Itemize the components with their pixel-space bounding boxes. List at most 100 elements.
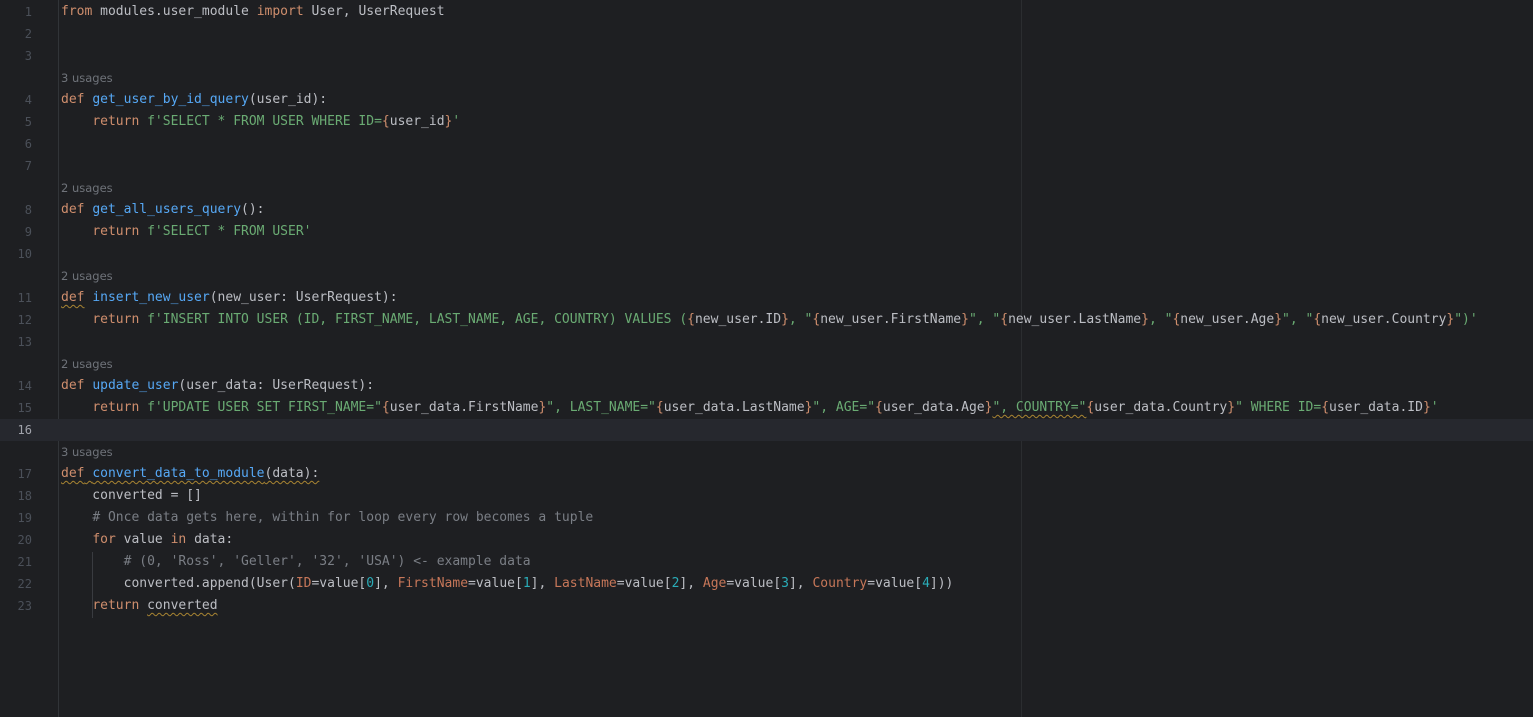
code-line[interactable]: 23 return converted [0, 595, 1533, 617]
inlay-usages-hint[interactable]: 3 usages [0, 67, 1533, 89]
code-line[interactable]: 10 [0, 243, 1533, 265]
code-line[interactable]: 7 [0, 155, 1533, 177]
code-text: return f'SELECT * FROM USER' [61, 221, 311, 243]
code-token: ID [295, 576, 312, 591]
code-line[interactable]: 4 def get_user_by_id_query(user_id): [0, 89, 1533, 111]
code-text: return f'SELECT * FROM USER WHERE ID={us… [61, 111, 460, 133]
code-token: # Once data gets here, within for loop e… [92, 510, 594, 525]
code-token: return [92, 400, 140, 415]
code-line[interactable]: 12 return f'INSERT INTO USER (ID, FIRST_… [0, 309, 1533, 331]
usages-hint-label[interactable]: 2 usages [61, 353, 113, 375]
code-token: =value[ [867, 576, 923, 591]
usages-hint-label[interactable]: 3 usages [61, 441, 113, 463]
code-text: # (0, 'Ross', 'Geller', '32', 'USA') <- … [61, 551, 531, 573]
line-number: 18 [17, 489, 32, 503]
code-token: 3 [781, 576, 789, 591]
code-token: (data): [264, 466, 320, 481]
inlay-usages-hint[interactable]: 2 usages [0, 177, 1533, 199]
code-token: return [92, 224, 140, 239]
inlay-usages-hint[interactable]: 2 usages [0, 353, 1533, 375]
code-line[interactable]: 2 [0, 23, 1533, 45]
code-text: def get_all_users_query(): [61, 199, 265, 221]
line-number: 3 [24, 49, 32, 63]
code-token: , " [1148, 312, 1173, 327]
code-line[interactable]: 18 converted = [] [0, 485, 1533, 507]
code-token: f'SELECT * FROM USER' [147, 224, 312, 239]
inlay-usages-hint[interactable]: 3 usages [0, 441, 1533, 463]
code-line[interactable]: 11 def insert_new_user(new_user: UserRequ… [0, 287, 1533, 309]
line-number: 15 [17, 401, 32, 415]
line-number: 2 [24, 27, 32, 41]
code-token: from [61, 4, 93, 19]
code-token: f'SELECT * FROM USER WHERE ID= [147, 114, 382, 129]
code-token: Age [702, 576, 727, 591]
code-area[interactable]: 1 from modules.user_module import User, U… [0, 1, 1533, 618]
usages-hint-label[interactable]: 3 usages [61, 67, 113, 89]
code-line[interactable]: 21 # (0, 'Ross', 'Geller', '32', 'USA') … [0, 551, 1533, 573]
code-line[interactable]: 19 # Once data gets here, within for loo… [0, 507, 1533, 529]
code-token: insert_new_user [92, 290, 210, 305]
code-token: for [92, 532, 116, 547]
code-token: f'UPDATE USER SET FIRST_NAME=" [147, 400, 382, 415]
code-token: def [61, 466, 85, 481]
code-token: =value[ [726, 576, 782, 591]
code-line[interactable]: 13 [0, 331, 1533, 353]
code-token: ", LAST_NAME=" [546, 400, 656, 415]
code-line[interactable]: 17 def convert_data_to_module(data): [0, 463, 1533, 485]
code-token: (user_id): [248, 92, 328, 107]
code-token: ", AGE=" [812, 400, 876, 415]
code-token: ", COUNTRY=" [992, 400, 1087, 415]
code-token: { [687, 312, 695, 327]
code-text: def get_user_by_id_query(user_id): [61, 89, 327, 111]
code-line[interactable]: 3 [0, 45, 1533, 67]
code-line[interactable]: 20 for value in data: [0, 529, 1533, 551]
code-editor[interactable]: 1 from modules.user_module import User, U… [0, 0, 1533, 717]
code-token: { [875, 400, 883, 415]
code-line[interactable]: 16 [0, 419, 1533, 441]
code-token: import [256, 4, 304, 19]
code-token: # (0, 'Ross', 'Geller', '32', 'USA') <- … [123, 554, 531, 569]
code-token: in [170, 532, 187, 547]
line-number: 14 [17, 379, 32, 393]
code-line[interactable]: 1 from modules.user_module import User, U… [0, 1, 1533, 23]
inlay-usages-hint[interactable]: 2 usages [0, 265, 1533, 287]
code-text: return f'INSERT INTO USER (ID, FIRST_NAM… [61, 309, 1477, 331]
code-line[interactable]: 5 return f'SELECT * FROM USER WHERE ID={… [0, 111, 1533, 133]
code-token: modules.user_module [92, 4, 257, 19]
usages-hint-label[interactable]: 2 usages [61, 177, 113, 199]
line-number: 22 [17, 577, 32, 591]
code-text: def update_user(user_data: UserRequest): [61, 375, 374, 397]
code-line[interactable]: 14 def update_user(user_data: UserRequest… [0, 375, 1533, 397]
code-token: =value[ [616, 576, 672, 591]
code-line[interactable]: 8 def get_all_users_query(): [0, 199, 1533, 221]
code-token: { [1313, 312, 1322, 327]
code-line[interactable]: 9 return f'SELECT * FROM USER' [0, 221, 1533, 243]
line-number: 7 [24, 159, 32, 173]
code-token: 4 [922, 576, 930, 591]
code-line[interactable]: 15 return f'UPDATE USER SET FIRST_NAME="… [0, 397, 1533, 419]
code-token: user_data.LastName [663, 400, 805, 415]
line-number: 17 [17, 467, 32, 481]
code-token: =value[ [468, 576, 523, 591]
code-line[interactable]: 22 converted.append(User(ID=value[0], Fi… [0, 573, 1533, 595]
code-token: user_id [389, 114, 445, 129]
line-number: 16 [17, 423, 32, 437]
code-token: converted.append(User( [61, 576, 296, 591]
code-token: new_user.LastName [1008, 312, 1142, 327]
code-line[interactable]: 6 [0, 133, 1533, 155]
usages-hint-label[interactable]: 2 usages [61, 265, 113, 287]
code-text: def insert_new_user(new_user: UserReques… [61, 287, 398, 309]
code-token: LastName [554, 576, 617, 591]
line-number: 19 [17, 511, 32, 525]
code-token: } [1141, 312, 1149, 327]
code-token: ' [452, 114, 461, 129]
code-token: ], [374, 576, 398, 591]
